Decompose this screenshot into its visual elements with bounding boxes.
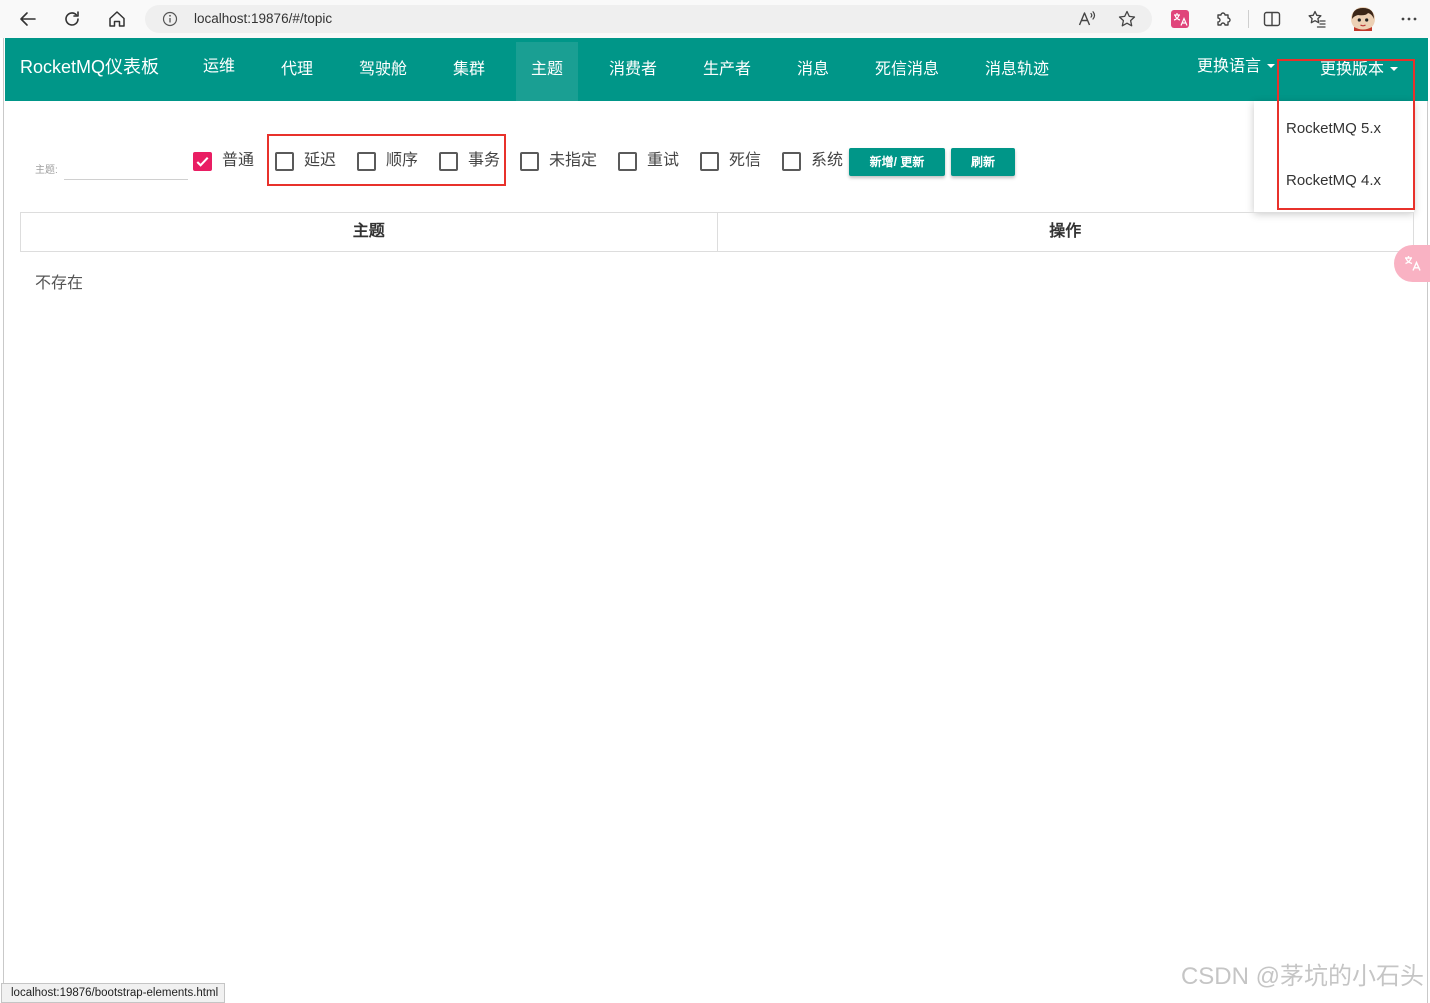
checkbox-label: 重试 bbox=[647, 152, 680, 169]
add-update-button[interactable]: 新增/ 更新 bbox=[849, 148, 945, 176]
nav-item-label: 主题 bbox=[531, 61, 564, 78]
nav-item-topic[interactable]: 主题 bbox=[516, 42, 578, 101]
caret-down-icon bbox=[1267, 63, 1276, 68]
nav-item-message[interactable]: 消息 bbox=[782, 42, 844, 101]
status-bar-link-preview: localhost:19876/bootstrap-elements.html bbox=[1, 983, 226, 1003]
nav-item-dashboard[interactable]: 驾驶舱 bbox=[344, 42, 422, 101]
nav-item-message-trace[interactable]: 消息轨迹 bbox=[970, 42, 1064, 101]
nav-item-dlq-message[interactable]: 死信消息 bbox=[860, 42, 954, 101]
topic-table-header: 主题 操作 bbox=[20, 212, 1414, 252]
nav-item-ops[interactable]: 运维 bbox=[188, 42, 250, 101]
nav-item-consumer[interactable]: 消费者 bbox=[594, 42, 672, 101]
nav-item-label: 消息 bbox=[797, 61, 830, 78]
topic-filter-label: 主题: bbox=[35, 165, 58, 176]
favorites-icon[interactable] bbox=[1307, 9, 1327, 29]
site-info-icon[interactable] bbox=[162, 11, 178, 27]
checkbox-dlq[interactable]: 死信 bbox=[700, 150, 761, 172]
back-arrow-icon[interactable] bbox=[18, 9, 38, 29]
extensions-puzzle-icon[interactable] bbox=[1214, 9, 1234, 29]
checkbox-retry[interactable]: 重试 bbox=[618, 150, 679, 172]
nav-item-label: 生产者 bbox=[703, 61, 752, 78]
nav-item-cluster[interactable]: 集群 bbox=[438, 42, 500, 101]
translate-extension-icon[interactable] bbox=[1170, 9, 1190, 29]
empty-table-message: 不存在 bbox=[35, 275, 84, 292]
checkbox-unspecified[interactable]: 未指定 bbox=[520, 150, 597, 172]
floating-translate-widget[interactable] bbox=[1394, 245, 1430, 282]
checkbox-label: 死信 bbox=[729, 152, 762, 169]
viewport-frame bbox=[3, 38, 1428, 1003]
nav-item-label: 消费者 bbox=[609, 61, 658, 78]
topic-search-input[interactable] bbox=[64, 158, 188, 180]
checkbox-box[interactable] bbox=[193, 151, 212, 171]
language-dropdown-label: 更换语言 bbox=[1197, 58, 1262, 75]
address-url[interactable]: localhost:19876/#/topic bbox=[194, 11, 332, 27]
refresh-button[interactable]: 刷新 bbox=[951, 148, 1015, 176]
toolbar-divider bbox=[1248, 10, 1249, 28]
nav-item-producer[interactable]: 生产者 bbox=[688, 42, 766, 101]
checkbox-box[interactable] bbox=[782, 151, 801, 171]
checkbox-label: 系统 bbox=[811, 152, 844, 169]
watermark: CSDN @茅坑的小石头 bbox=[1180, 963, 1424, 990]
split-screen-icon[interactable] bbox=[1262, 9, 1282, 29]
profile-avatar[interactable] bbox=[1351, 7, 1375, 31]
home-icon[interactable] bbox=[107, 9, 127, 29]
nav-item-label: 运维 bbox=[203, 58, 236, 75]
nav-item-label: 死信消息 bbox=[875, 61, 940, 78]
checkbox-normal[interactable]: 普通 bbox=[193, 150, 254, 172]
add-favorite-star-icon[interactable] bbox=[1117, 9, 1137, 29]
translate-icon bbox=[1405, 256, 1421, 271]
checkbox-label: 未指定 bbox=[549, 152, 598, 169]
column-header-operation: 操作 bbox=[716, 213, 1414, 251]
annotation-box bbox=[1277, 59, 1415, 210]
language-dropdown-toggle[interactable]: 更换语言 bbox=[1182, 42, 1290, 101]
nav-item-label: 集群 bbox=[453, 61, 486, 78]
checkbox-box[interactable] bbox=[700, 151, 719, 171]
more-menu-icon[interactable] bbox=[1399, 9, 1419, 29]
checkbox-label: 普通 bbox=[222, 152, 255, 169]
nav-item-label: 消息轨迹 bbox=[985, 61, 1050, 78]
nav-item-label: 代理 bbox=[281, 61, 314, 78]
checkbox-box[interactable] bbox=[618, 151, 637, 171]
nav-item-label: 驾驶舱 bbox=[359, 61, 408, 78]
annotation-box bbox=[267, 134, 506, 186]
refresh-icon[interactable] bbox=[62, 9, 82, 29]
column-header-topic: 主题 bbox=[352, 223, 385, 240]
app-brand[interactable]: RocketMQ仪表板 bbox=[20, 56, 159, 78]
check-icon bbox=[196, 156, 209, 167]
checkbox-system[interactable]: 系统 bbox=[782, 150, 843, 172]
checkbox-box[interactable] bbox=[520, 151, 539, 171]
read-aloud-icon[interactable] bbox=[1077, 9, 1097, 29]
nav-item-proxy[interactable]: 代理 bbox=[266, 42, 328, 101]
